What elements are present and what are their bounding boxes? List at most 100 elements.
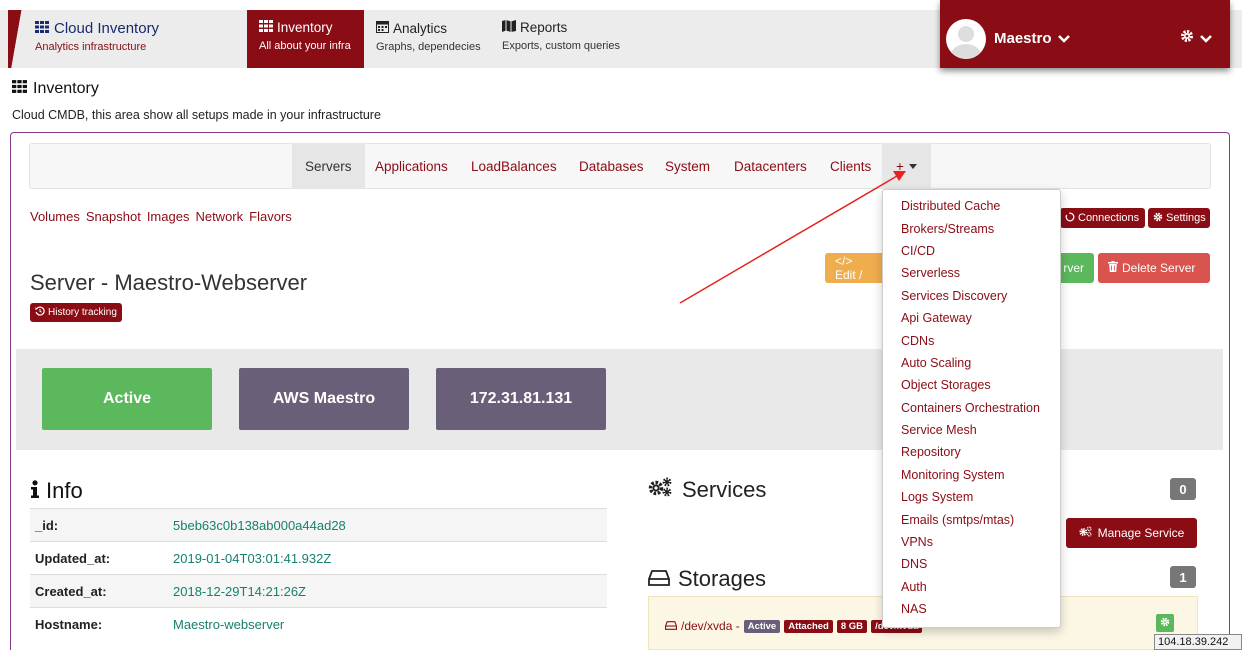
server-title: Server - Maestro-Webserver [30,270,308,295]
menu-item-auto-scaling[interactable]: Auto Scaling [883,352,1060,374]
settings-label: Settings [1166,212,1206,224]
connections-button[interactable]: Connections [1060,208,1145,228]
user-name: Maestro [994,30,1052,47]
brand-subtitle: Analytics infrastructure [35,41,147,53]
history-icon [35,306,45,319]
tab-system[interactable]: System [652,143,723,189]
services-heading-text: Services [682,477,767,502]
menu-item-distributed-cache[interactable]: Distributed Cache [883,195,1060,217]
nav-analytics[interactable]: Analytics Graphs, dependecies [364,10,493,68]
menu-item-serverless[interactable]: Serverless [883,262,1060,284]
chevron-down-icon [1200,30,1212,47]
menu-item-nas[interactable]: NAS [883,598,1060,620]
delete-server-button[interactable]: Delete Server [1098,253,1210,283]
gear-icon [1153,212,1163,225]
page-description: Cloud CMDB, this area show all setups ma… [12,108,381,122]
manage-service-button[interactable]: Manage Service [1066,518,1197,548]
calendar-icon [376,20,389,36]
menu-item-api-gateway[interactable]: Api Gateway [883,307,1060,329]
info-value: 2018-12-29T14:21:26Z [173,583,306,599]
nav-reports-title: Reports [520,20,568,35]
tab-more-dropdown[interactable]: + [882,143,931,189]
nav-inventory-subtitle: All about your infra [259,40,351,52]
info-key: _id: [35,517,59,533]
info-key: Hostname: [35,616,103,632]
nav-analytics-subtitle: Graphs, dependecies [376,41,481,53]
menu-item-brokers-streams[interactable]: Brokers/Streams [883,217,1060,239]
link-snapshot[interactable]: Snapshot [86,209,141,224]
menu-item-object-storages[interactable]: Object Storages [883,374,1060,396]
menu-item-auth[interactable]: Auth [883,576,1060,598]
storage-settings-button[interactable] [1156,614,1174,632]
info-value: 5beb63c0b138ab000a44ad28 [173,517,346,533]
menu-item-services-discovery[interactable]: Services Discovery [883,285,1060,307]
brand[interactable]: Cloud Inventory Analytics infrastructure [35,20,159,53]
tab-databases[interactable]: Databases [566,143,657,189]
tab-datacenters[interactable]: Datacenters [721,143,820,189]
storages-heading-text: Storages [678,566,767,591]
link-volumes[interactable]: Volumes [30,209,80,224]
menu-item-vpns[interactable]: VPNs [883,531,1060,553]
menu-item-ci-cd[interactable]: CI/CD [883,240,1060,262]
nav-inventory-title: Inventory [277,20,333,35]
link-network[interactable]: Network [195,209,243,224]
avatar[interactable] [946,19,986,59]
menu-item-cdns[interactable]: CDNs [883,329,1060,351]
storage-attached-label: Attached [784,619,833,633]
edit-button[interactable]: </> Edit / [825,253,885,283]
page-title: Inventory [12,80,99,98]
info-table: _id: 5beb63c0b138ab000a44ad28 Updated_at… [30,508,607,640]
info-key: Updated_at: [35,550,111,566]
nav-reports[interactable]: Reports Exports, custom queries [490,10,632,68]
table-row: _id: 5beb63c0b138ab000a44ad28 [30,508,607,541]
storage-status-label: Active [743,619,781,633]
server-label: rver [1063,261,1084,275]
tab-applications[interactable]: Applications [362,143,461,189]
nav-reports-subtitle: Exports, custom queries [502,40,620,52]
user-dropdown[interactable]: Maestro [994,30,1070,47]
brand-accent [8,10,22,68]
menu-item-emails[interactable]: Emails (smtps/mtas) [883,508,1060,530]
hdd-icon [648,566,670,592]
settings-dropdown[interactable] [1180,29,1212,47]
nav-inventory[interactable]: Inventory All about your infra [247,10,364,68]
chevron-down-icon [1057,30,1070,47]
status-badge: Active [42,368,212,430]
connections-label: Connections [1078,212,1140,224]
url-tooltip: 104.18.39.242 [1154,634,1242,650]
info-icon [30,478,40,504]
cogs-icon [648,477,674,503]
link-flavors[interactable]: Flavors [249,209,292,224]
menu-item-logs-system[interactable]: Logs System [883,486,1060,508]
grid-icon [259,20,273,35]
tab-servers[interactable]: Servers [292,143,365,189]
history-tracking-button[interactable]: History tracking [30,303,122,322]
storage-size-label: 8 GB [836,619,868,633]
info-heading: Info [30,478,83,504]
table-row: Hostname: Maestro-webserver [30,607,607,640]
manage-service-label: Manage Service [1097,526,1185,540]
storages-heading: Storages [648,566,766,592]
settings-button[interactable]: Settings [1148,208,1210,228]
tab-more-label: + [896,158,904,174]
menu-item-repository[interactable]: Repository [883,441,1060,463]
tab-clients[interactable]: Clients [817,143,884,189]
menu-item-dns[interactable]: DNS [883,553,1060,575]
link-images[interactable]: Images [147,209,190,224]
delete-label: Delete Server [1122,261,1196,275]
storages-count-badge: 1 [1170,566,1196,588]
provider-badge: AWS Maestro [239,368,409,430]
grid-icon [35,20,49,37]
cogs-icon [1079,526,1093,540]
menu-item-monitoring-system[interactable]: Monitoring System [883,464,1060,486]
tab-loadbalances[interactable]: LoadBalances [458,143,570,189]
sub-navigation: Volumes Snapshot Images Network Flavors [30,209,292,224]
grid-icon [12,80,27,98]
info-value: 2019-01-04T03:01:41.932Z [173,550,332,566]
menu-item-service-mesh[interactable]: Service Mesh [883,419,1060,441]
more-dropdown-menu: Distributed Cache Brokers/Streams CI/CD … [882,189,1061,628]
table-row: Updated_at: 2019-01-04T03:01:41.932Z [30,541,607,574]
hdd-icon [665,619,677,633]
map-icon [502,20,516,35]
menu-item-containers-orchestration[interactable]: Containers Orchestration [883,397,1060,419]
